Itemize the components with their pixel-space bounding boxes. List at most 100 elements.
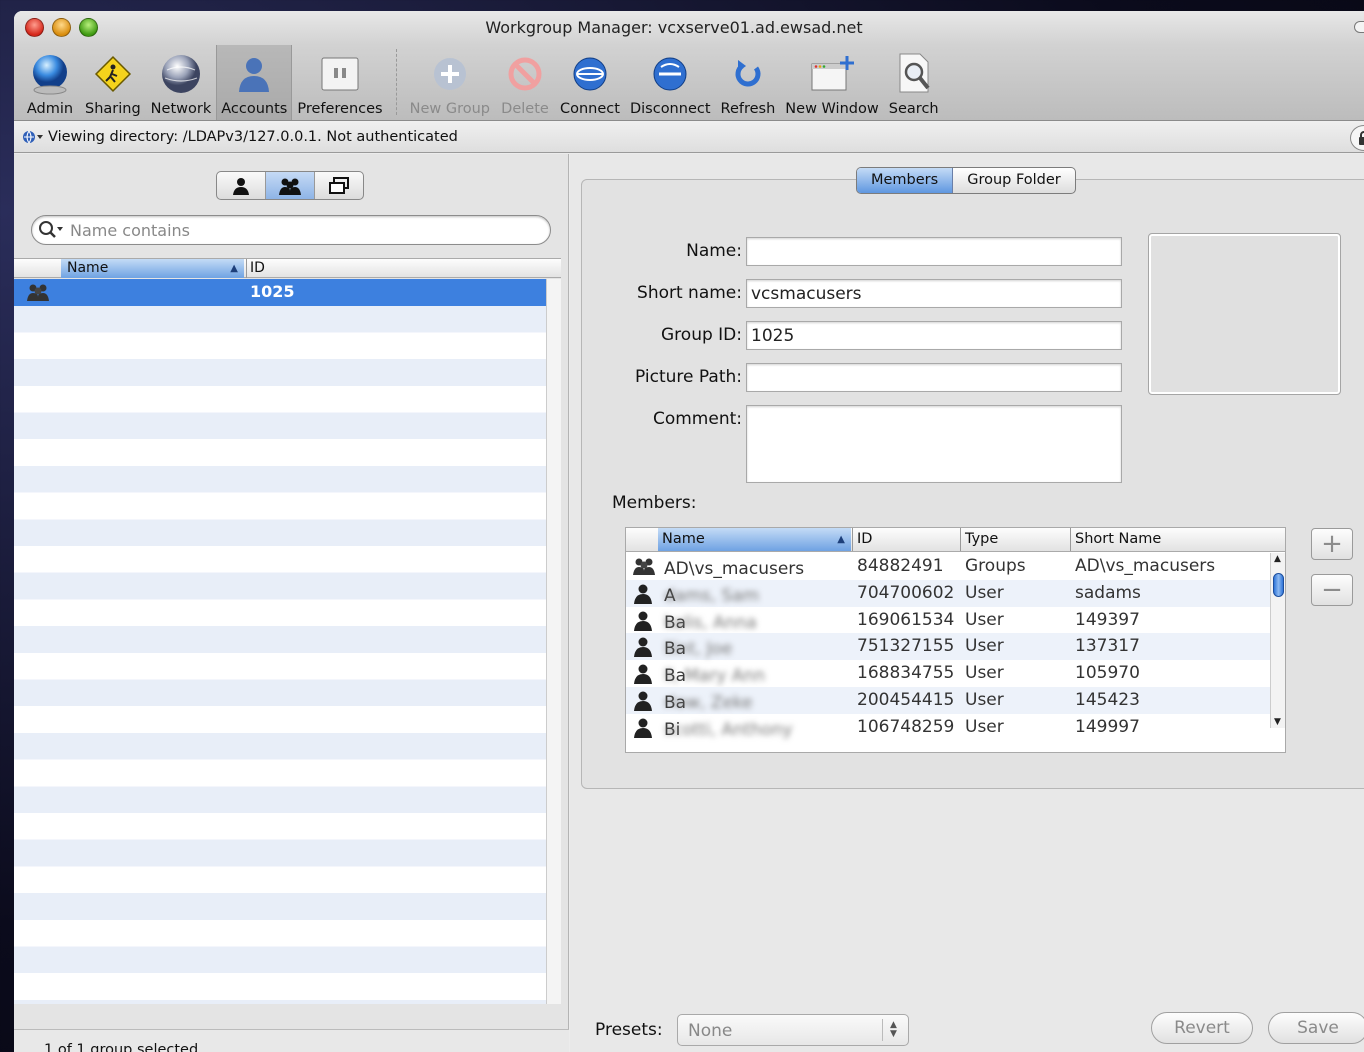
add-member-button[interactable]: + <box>1311 528 1353 560</box>
user-icon <box>632 611 654 636</box>
group-search-field[interactable] <box>31 215 551 245</box>
group-picture-well[interactable] <box>1148 233 1341 395</box>
members-short-name-column-header[interactable]: Short Name <box>1070 528 1285 551</box>
member-id: 200454415 <box>857 690 955 710</box>
toolbar-toggle-button[interactable] <box>1354 21 1364 33</box>
member-row[interactable]: Bi scotti, Anthony 106748259 User 149997 <box>626 714 1270 741</box>
disconnect-icon <box>645 49 695 99</box>
toolbar-label: New Group <box>409 101 490 117</box>
connect-icon <box>565 49 615 99</box>
member-id: 751327155 <box>857 636 955 657</box>
toolbar-label: Disconnect <box>629 101 711 117</box>
member-id: 704700602 <box>857 582 955 603</box>
toolbar-admin-button[interactable]: Admin <box>20 45 80 120</box>
member-name-obscured: ll, Mary Ann <box>664 666 765 687</box>
search-input[interactable] <box>70 220 510 240</box>
short-name-field[interactable]: vcsmacusers <box>746 279 1122 308</box>
toolbar-network-button[interactable]: Network <box>146 45 217 120</box>
member-type: User <box>965 582 1004 603</box>
save-button[interactable]: Save <box>1268 1012 1364 1044</box>
member-row[interactable]: Ba rlow, Zeke 200454415 User 145423 <box>626 687 1270 714</box>
group-list-row[interactable]: 1025 <box>14 279 546 306</box>
sort-ascending-icon: ▲ <box>837 534 845 545</box>
name-field[interactable] <box>746 237 1122 266</box>
presets-value: None <box>688 1021 733 1041</box>
members-name-column-header[interactable]: Name ▲ <box>658 528 851 551</box>
group-list-scrollbar[interactable] <box>546 279 561 1004</box>
member-name-obscured: dams, Sam <box>664 585 760 606</box>
comment-label: Comment: <box>652 409 742 429</box>
name-column-header[interactable]: Name ▲ <box>61 259 244 278</box>
toolbar-new-window-button[interactable]: New Window <box>780 45 883 120</box>
search-doc-icon <box>889 49 939 99</box>
group-list: 1025 <box>14 279 546 1004</box>
member-row[interactable]: Ba llint, Joe 751327155 User 137317 <box>626 633 1270 662</box>
scroll-up-arrow-icon[interactable]: ▲ <box>1274 554 1281 564</box>
tab-group-folder[interactable]: Group Folder <box>953 168 1075 193</box>
group-icon <box>26 283 50 305</box>
toolbar-new-group-button[interactable]: New Group <box>405 45 495 120</box>
member-row[interactable]: Ba kalis, Anna 169061534 User 149397 <box>626 607 1270 634</box>
members-type-column-header[interactable]: Type <box>960 528 1070 551</box>
toolbar-search-button[interactable]: Search <box>884 45 944 120</box>
toolbar-label: Preferences <box>297 101 383 117</box>
toolbar-delete-button[interactable]: Delete <box>495 45 555 120</box>
member-type: User <box>965 663 1004 684</box>
member-type: User <box>965 690 1004 710</box>
directory-status-bar: Viewing directory: /LDAPv3/127.0.0.1. No… <box>14 121 1364 153</box>
selection-count: 1 of 1 group selected <box>14 1029 569 1052</box>
group-icon <box>279 178 301 195</box>
tab-members[interactable]: Members <box>857 168 954 193</box>
members-label: Members: <box>612 493 697 513</box>
group-detail-pane: Members Group Folder Name: Short name: v… <box>570 154 1364 1052</box>
member-name-obscured: llint, Joe <box>664 639 733 660</box>
member-id: 168834755 <box>857 663 955 684</box>
members-table: Name ▲ ID Type Short Name AD\vs_macusers… <box>625 527 1286 753</box>
toolbar-disconnect-button[interactable]: Disconnect <box>625 45 716 120</box>
member-type: User <box>965 636 1004 657</box>
search-icon[interactable] <box>38 220 66 240</box>
comment-field[interactable] <box>746 405 1122 483</box>
member-id: 169061534 <box>857 609 955 630</box>
presets-label: Presets: <box>595 1020 663 1040</box>
member-type: User <box>965 609 1004 630</box>
computer-lists-tab-button[interactable] <box>315 172 363 199</box>
members-scrollbar[interactable]: ▲ ▼ <box>1270 553 1285 728</box>
toolbar-refresh-button[interactable]: Refresh <box>716 45 781 120</box>
toolbar-separator <box>395 49 397 115</box>
group-list-pane: Name ▲ ID 1025 1 of 1 group selected <box>14 154 569 1052</box>
lock-icon[interactable] <box>1350 125 1364 151</box>
new-group-plus-icon <box>425 49 475 99</box>
members-id-column-header[interactable]: ID <box>852 528 960 551</box>
presets-popup[interactable]: None ▲ ▼ <box>677 1014 909 1046</box>
revert-button[interactable]: Revert <box>1151 1012 1253 1044</box>
sort-ascending-icon: ▲ <box>230 263 238 274</box>
member-name-obscured: rlow, Zeke <box>664 693 753 713</box>
toolbar-sharing-button[interactable]: Sharing <box>80 45 146 120</box>
member-row[interactable]: AD\vs_macusers 84882491 Groups AD\vs_macuse… <box>626 553 1270 580</box>
member-short-name: AD\vs_macusers <box>1075 556 1216 576</box>
member-row[interactable]: Adams, Sam 704700602 User sadams <box>626 579 1270 607</box>
user-icon <box>632 691 654 716</box>
member-type: User <box>965 716 1004 737</box>
member-id: 106748259 <box>857 716 955 737</box>
user-icon <box>632 664 654 689</box>
remove-member-button[interactable]: − <box>1311 574 1353 606</box>
picture-path-field[interactable] <box>746 363 1122 392</box>
toolbar-label: Sharing <box>85 101 141 117</box>
member-short-name: 137317 <box>1075 636 1140 657</box>
toolbar-connect-button[interactable]: Connect <box>555 45 625 120</box>
popup-arrows-icon: ▲ ▼ <box>882 1019 904 1041</box>
new-window-icon <box>807 49 857 99</box>
scroll-down-arrow-icon[interactable]: ▼ <box>1274 717 1281 727</box>
member-row[interactable]: Ba ll, Mary Ann 168834755 User 105970 <box>626 660 1270 687</box>
members-scroll-thumb[interactable] <box>1273 573 1284 597</box>
toolbar-accounts-button[interactable]: Accounts <box>216 45 293 120</box>
directory-globe-menu-icon[interactable] <box>22 130 44 144</box>
group-id-field[interactable]: 1025 <box>746 321 1122 350</box>
id-column-header[interactable]: ID <box>246 259 265 278</box>
user-icon <box>632 637 654 662</box>
users-tab-button[interactable] <box>217 172 266 199</box>
groups-tab-button[interactable] <box>266 172 315 199</box>
toolbar-preferences-button[interactable]: Preferences <box>292 45 387 120</box>
